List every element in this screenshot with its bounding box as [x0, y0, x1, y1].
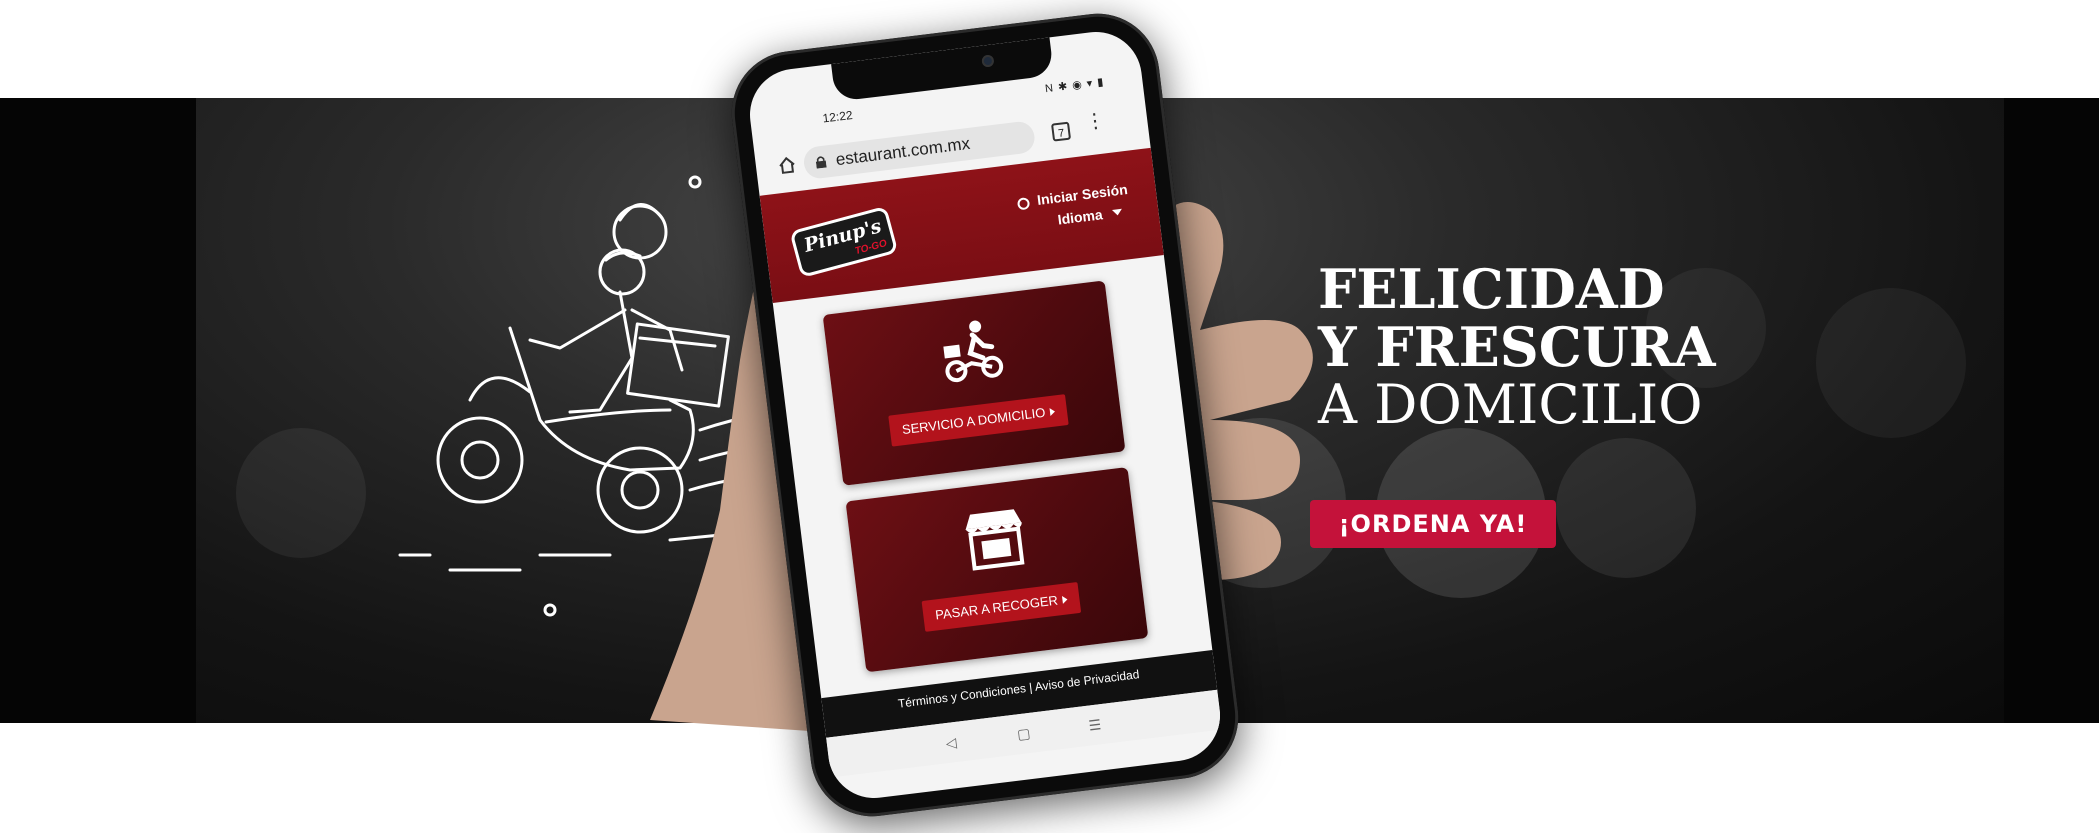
status-icons: N ✱ ◉ ▾ ▮: [1044, 76, 1106, 96]
lock-icon: [815, 156, 827, 169]
url-text: estaurant.com.mx: [834, 133, 972, 170]
caret-down-icon: [1111, 208, 1123, 216]
bokeh-light: [236, 428, 366, 558]
headline-line-2: Y FRESCURA: [1318, 315, 1716, 379]
back-icon[interactable]: ◁: [945, 734, 958, 752]
pinups-logo[interactable]: Pinup's TO-GO: [789, 205, 899, 279]
delivery-button-label: SERVICIO A DOMICILIO: [901, 404, 1047, 438]
user-icon: [1016, 197, 1031, 211]
pickup-card[interactable]: PASAR A RECOGER: [845, 467, 1149, 673]
pickup-button[interactable]: PASAR A RECOGER: [921, 581, 1082, 632]
order-now-button[interactable]: ¡ORDENA YA!: [1310, 500, 1556, 548]
arrow-right-icon: [1062, 595, 1069, 604]
status-time: 12:22: [821, 107, 854, 126]
headline-line-1: FELICIDAD: [1318, 257, 1665, 321]
home-icon[interactable]: [777, 155, 797, 175]
home-button-icon[interactable]: ▢: [1016, 725, 1031, 743]
delivery-button[interactable]: SERVICIO A DOMICILIO: [888, 394, 1069, 447]
delivery-card[interactable]: SERVICIO A DOMICILIO: [822, 280, 1126, 486]
language-dropdown[interactable]: Idioma: [1057, 204, 1123, 228]
arrow-right-icon: [1049, 407, 1056, 416]
delivery-scooter-icon: [943, 320, 1004, 383]
bokeh-light: [1556, 438, 1696, 578]
front-camera-icon: [981, 54, 995, 68]
storefront-icon: [965, 509, 1025, 571]
hero-headline: FELICIDAD Y FRESCURA A DOMICILIO: [1318, 260, 1716, 434]
recents-icon[interactable]: ☰: [1088, 716, 1103, 734]
headline-line-3: A DOMICILIO: [1318, 373, 1703, 436]
language-label: Idioma: [1056, 206, 1104, 228]
pickup-button-label: PASAR A RECOGER: [934, 592, 1059, 623]
bokeh-light: [1816, 288, 1966, 438]
more-menu-icon[interactable]: ⋮: [1084, 109, 1107, 133]
tabs-button[interactable]: 7: [1051, 121, 1072, 142]
